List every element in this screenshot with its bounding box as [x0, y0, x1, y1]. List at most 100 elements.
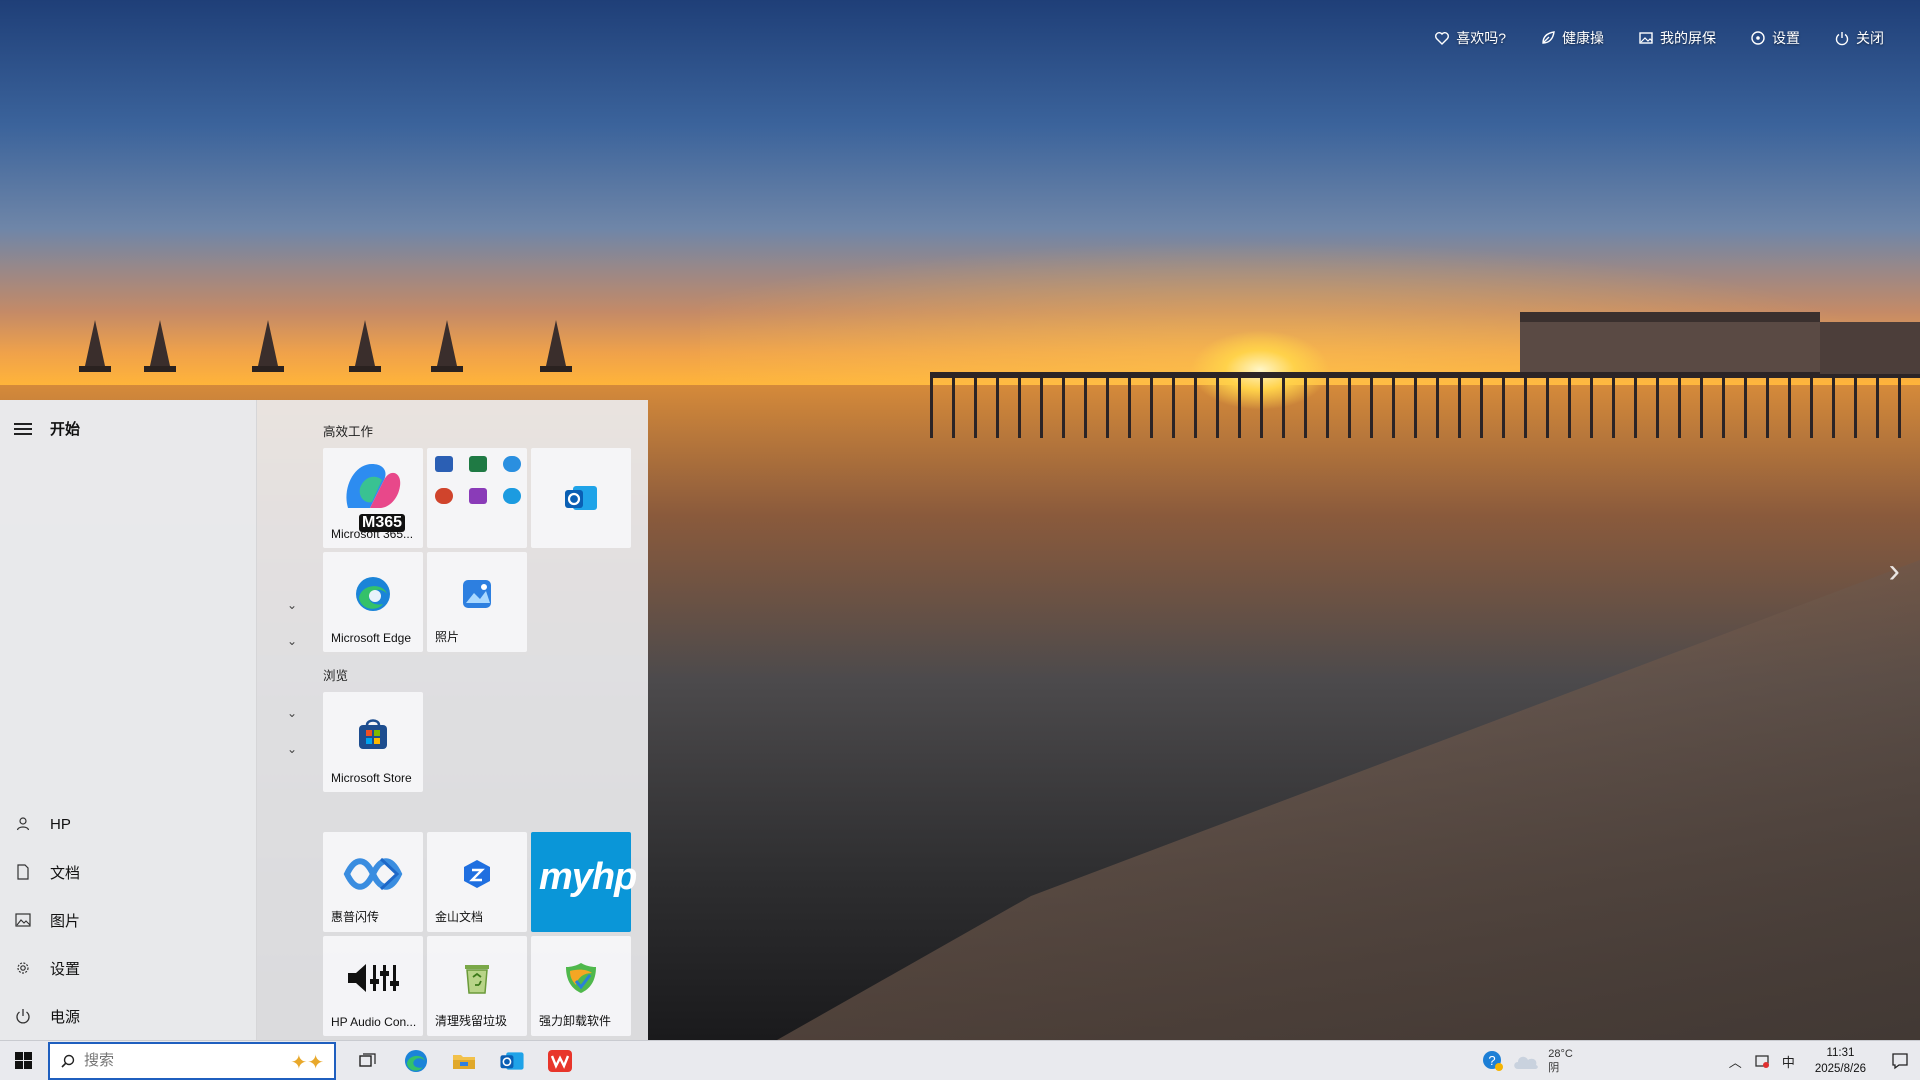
edge-icon — [404, 1049, 428, 1072]
wallpaper-toolbar: 喜欢吗? 健康操 我的屏保 设置 关闭 — [1434, 28, 1884, 48]
sailboat — [252, 320, 284, 372]
settings-icon — [1751, 31, 1765, 45]
tile-label: 清理残留垃圾 — [435, 1014, 508, 1028]
audio-control-icon — [348, 964, 399, 992]
search-input[interactable] — [84, 1052, 254, 1069]
input-method-indicator[interactable]: 中 — [1782, 1052, 1795, 1071]
start-button[interactable] — [0, 1041, 46, 1080]
group-label-productivity[interactable]: 高效工作 — [323, 421, 373, 440]
start-menu-sidebar: 开始 HP 文档 图片 设置 电源 — [0, 400, 257, 1040]
nav-item-settings[interactable]: 设置 — [0, 944, 257, 992]
nav-item-user[interactable]: HP — [0, 800, 257, 848]
nav-item-pictures[interactable]: 图片 — [0, 896, 257, 944]
tile-label: 金山文档 — [435, 910, 484, 924]
nav-item-documents[interactable]: 文档 — [0, 848, 257, 896]
nav-label-documents: 文档 — [50, 864, 81, 882]
start-tiles-area: 高效工作 ⌄ ⌄ 浏览 ⌄ ⌄ M365 Microsoft 365... Mi… — [257, 400, 648, 1040]
start-nav: HP 文档 图片 设置 电源 — [0, 800, 257, 1040]
tile-label: Microsoft 365... — [331, 527, 414, 541]
pictures-icon — [15, 913, 31, 927]
chevron-down-icon[interactable]: ⌄ — [287, 706, 299, 720]
nav-label-user: HP — [50, 815, 71, 833]
pier-house — [1520, 312, 1820, 372]
settings-button[interactable]: 设置 — [1750, 28, 1800, 48]
tile-hp-quickdrop[interactable]: 惠普闪传 — [323, 832, 423, 932]
tile-microsoft-365[interactable]: M365 Microsoft 365... — [323, 448, 423, 548]
chevron-down-icon[interactable]: ⌄ — [287, 598, 299, 612]
weather-widget[interactable]: ? 28°C 阴 — [1482, 1047, 1573, 1075]
chevron-down-icon[interactable]: ⌄ — [287, 634, 299, 648]
next-wallpaper-chevron-icon[interactable]: › — [1889, 552, 1900, 591]
weather-description: 阴 — [1548, 1062, 1560, 1074]
store-icon — [359, 719, 387, 749]
taskbar-edge[interactable] — [392, 1041, 440, 1080]
edge-icon — [356, 577, 390, 611]
onedrive-icon — [503, 456, 521, 472]
tile-uninstaller[interactable]: 强力卸载软件 — [531, 936, 631, 1036]
tile-cleanup-junk[interactable]: 清理残留垃圾 — [427, 936, 527, 1036]
task-view-button[interactable] — [344, 1041, 392, 1080]
tile-office-apps-folder[interactable] — [427, 448, 527, 548]
tile-hp-audio-control[interactable]: HP Audio Con... — [323, 936, 423, 1036]
system-tray: ? 28°C 阴 ︿ 中 11:31 2025/8/26 — [1482, 1041, 1920, 1080]
weather-temperature: 28°C — [1548, 1048, 1573, 1060]
windows-logo-icon — [14, 1052, 32, 1069]
office-apps-grid — [435, 456, 521, 504]
settings-label: 设置 — [1772, 30, 1800, 46]
weather-text: 28°C 阴 — [1548, 1047, 1573, 1075]
taskbar-wps[interactable] — [536, 1041, 584, 1080]
recycle-bin-icon — [465, 965, 489, 994]
shore-houses — [1820, 322, 1920, 374]
exercise-label: 健康操 — [1562, 30, 1604, 46]
taskbar: ✦✦ ? 28°C 阴 ︿ 中 11:31 2025/8/26 — [0, 1040, 1920, 1080]
power-icon — [1835, 32, 1849, 46]
pier-posts — [930, 378, 1920, 438]
tile-label: 强力卸载软件 — [539, 1014, 612, 1028]
heart-icon — [1435, 32, 1450, 45]
sailboat — [79, 320, 111, 372]
my-screensaver-button[interactable]: 我的屏保 — [1638, 28, 1716, 48]
close-button[interactable]: 关闭 — [1834, 28, 1884, 48]
group-label-browse[interactable]: 浏览 — [323, 665, 348, 684]
taskbar-search-box[interactable]: ✦✦ — [48, 1041, 336, 1080]
nav-label-power: 电源 — [50, 1008, 81, 1026]
tile-microsoft-store[interactable]: Microsoft Store — [323, 692, 423, 792]
user-icon — [16, 817, 30, 831]
chevron-down-icon[interactable]: ⌄ — [287, 742, 299, 756]
show-hidden-icons-chevron-up-icon[interactable]: ︿ — [1729, 1052, 1742, 1071]
exercise-button[interactable]: 健康操 — [1540, 28, 1604, 48]
help-icon: ? — [1483, 1051, 1504, 1071]
task-view-icon — [359, 1052, 376, 1067]
hamburger-icon[interactable] — [14, 422, 32, 435]
taskbar-file-explorer[interactable] — [440, 1041, 488, 1080]
folder-icon — [453, 1054, 475, 1069]
uninstall-shield-icon — [566, 963, 596, 993]
tile-label: HP Audio Con... — [331, 1015, 417, 1029]
tile-outlook[interactable] — [531, 448, 631, 548]
taskbar-outlook[interactable] — [488, 1041, 536, 1080]
image-icon — [1639, 32, 1653, 44]
notification-icon — [1892, 1053, 1908, 1070]
security-icon[interactable] — [1754, 1053, 1770, 1069]
power-icon — [16, 1009, 30, 1024]
nav-item-power[interactable]: 电源 — [0, 992, 257, 1040]
start-header[interactable]: 开始 — [14, 418, 80, 439]
clock[interactable]: 11:31 2025/8/26 — [1815, 1045, 1866, 1077]
tile-myhp[interactable]: myhp — [531, 832, 637, 932]
sailboat — [540, 320, 572, 372]
sailboat — [349, 320, 381, 372]
tile-label: 惠普闪传 — [331, 910, 380, 924]
gear-icon — [17, 962, 29, 974]
close-label: 关闭 — [1856, 30, 1884, 46]
copilot-sparkle-icon[interactable]: ✦✦ — [290, 1050, 324, 1075]
clock-time: 11:31 — [1826, 1047, 1855, 1059]
tile-kingsoft-docs[interactable]: 金山文档 — [427, 832, 527, 932]
tile-photos[interactable]: 照片 — [427, 552, 527, 652]
quickdrop-icon — [343, 857, 403, 891]
like-button[interactable]: 喜欢吗? — [1434, 28, 1506, 48]
start-title: 开始 — [50, 421, 81, 438]
leaf-icon — [1542, 31, 1555, 44]
tile-label: Microsoft Edge — [331, 631, 412, 645]
tile-microsoft-edge[interactable]: Microsoft Edge — [323, 552, 423, 652]
notification-center-button[interactable] — [1880, 1041, 1920, 1080]
